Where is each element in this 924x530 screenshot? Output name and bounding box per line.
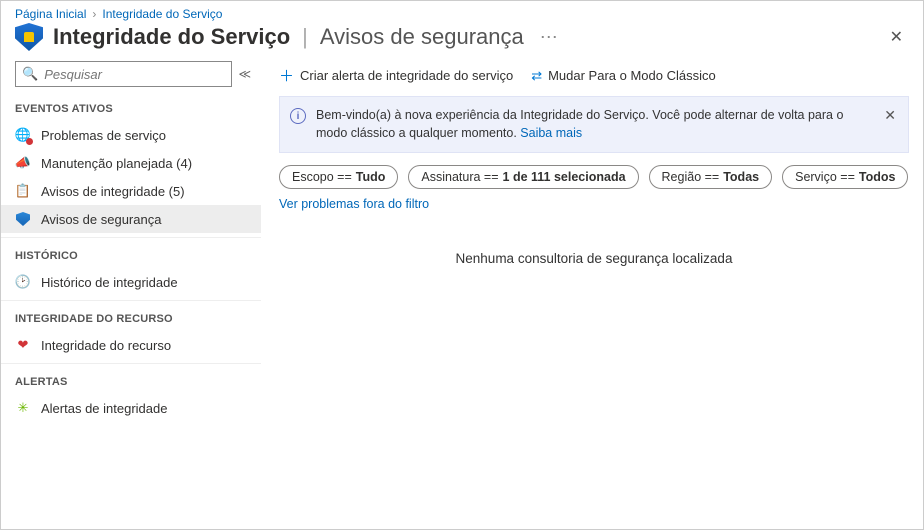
shield-icon: [15, 23, 43, 51]
globe-issue-icon: 🌐: [15, 127, 31, 143]
sidebar-item-label: Alertas de integridade: [41, 401, 167, 416]
empty-state-message: Nenhuma consultoria de segurança localiz…: [279, 221, 909, 296]
plus-icon: ＋: [279, 65, 294, 86]
sidebar-item-label: Avisos de segurança: [41, 212, 161, 227]
sidebar-item-label: Manutenção planejada (4): [41, 156, 192, 171]
sidebar-item-health-advisories[interactable]: 📋 Avisos de integridade (5): [1, 177, 261, 205]
section-resource-health: INTEGRIDADE DO RECURSO: [1, 305, 261, 331]
calendar-icon: 📋: [15, 183, 31, 199]
outside-filter-link[interactable]: Ver problemas fora do filtro: [279, 197, 429, 211]
search-box[interactable]: 🔍: [15, 61, 232, 87]
sidebar-item-resource-health[interactable]: ❤ Integridade do recurso: [1, 331, 261, 359]
sidebar-item-health-history[interactable]: 🕑 Histórico de integridade: [1, 268, 261, 296]
heartbeat-icon: ❤: [15, 337, 31, 353]
sidebar-item-label: Avisos de integridade (5): [41, 184, 185, 199]
filter-scope[interactable]: Escopo == Tudo: [279, 165, 398, 189]
breadcrumb: Página Inicial › Integridade do Serviço: [1, 1, 923, 23]
close-button[interactable]: ✕: [884, 23, 909, 51]
filter-row: Escopo == Tudo Assinatura == 1 de 111 se…: [279, 153, 909, 195]
section-active-events: EVENTOS ATIVOS: [1, 95, 261, 121]
title-bar: Integridade do Serviço | Avisos de segur…: [1, 23, 923, 61]
sidebar-item-label: Histórico de integridade: [41, 275, 178, 290]
alert-icon: ✳: [15, 400, 31, 416]
switch-classic-button[interactable]: ⇄ Mudar Para o Modo Clássico: [531, 68, 716, 84]
banner-close-button[interactable]: ✕: [882, 107, 898, 124]
banner-text: Bem-vindo(a) à nova experiência da Integ…: [316, 107, 872, 142]
info-banner: i Bem-vindo(a) à nova experiência da Int…: [279, 96, 909, 153]
chevron-right-icon: ›: [92, 7, 96, 21]
info-icon: i: [290, 108, 306, 124]
cmd-label: Criar alerta de integridade do serviço: [300, 68, 513, 83]
filter-subscription[interactable]: Assinatura == 1 de 111 selecionada: [408, 165, 638, 189]
sidebar-item-label: Problemas de serviço: [41, 128, 166, 143]
swap-icon: ⇄: [531, 68, 542, 84]
shield-small-icon: [15, 211, 31, 227]
banner-learn-more-link[interactable]: Saiba mais: [520, 126, 582, 140]
megaphone-icon: 📣: [15, 155, 31, 171]
history-icon: 🕑: [15, 274, 31, 290]
title-divider: |: [300, 24, 310, 50]
sidebar: 🔍 ≪ EVENTOS ATIVOS 🌐 Problemas de serviç…: [1, 61, 261, 529]
section-alerts: ALERTAS: [1, 368, 261, 394]
create-alert-button[interactable]: ＋ Criar alerta de integridade do serviço: [279, 65, 513, 86]
page-title-sub: Avisos de segurança: [320, 24, 524, 50]
filter-region[interactable]: Região == Todas: [649, 165, 773, 189]
search-input[interactable]: [44, 67, 225, 82]
more-icon[interactable]: ⋯: [534, 27, 558, 48]
sidebar-item-service-issues[interactable]: 🌐 Problemas de serviço: [1, 121, 261, 149]
breadcrumb-current[interactable]: Integridade do Serviço: [102, 7, 222, 21]
sidebar-item-health-alerts[interactable]: ✳ Alertas de integridade: [1, 394, 261, 422]
filter-service[interactable]: Serviço == Todos: [782, 165, 908, 189]
breadcrumb-home[interactable]: Página Inicial: [15, 7, 86, 21]
command-bar: ＋ Criar alerta de integridade do serviço…: [279, 61, 909, 96]
main-content: ＋ Criar alerta de integridade do serviço…: [261, 61, 923, 529]
collapse-icon[interactable]: ≪: [238, 67, 251, 81]
search-icon: 🔍: [22, 66, 38, 82]
cmd-label: Mudar Para o Modo Clássico: [548, 68, 716, 83]
section-history: HISTÓRICO: [1, 242, 261, 268]
sidebar-item-label: Integridade do recurso: [41, 338, 171, 353]
sidebar-item-planned-maintenance[interactable]: 📣 Manutenção planejada (4): [1, 149, 261, 177]
sidebar-item-security-advisories[interactable]: Avisos de segurança: [1, 205, 261, 233]
page-title-main: Integridade do Serviço: [53, 24, 290, 50]
